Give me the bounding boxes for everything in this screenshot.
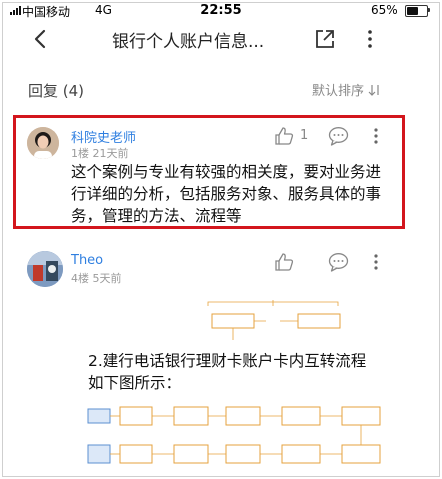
like-count: 1 [300,128,309,143]
flowchart-image[interactable] [84,397,402,479]
more-vertical-icon[interactable] [371,126,381,146]
attachment-caption-line: 2.建行电话银行理财卡账户卡内互转流程 [88,352,367,370]
thumbs-up-icon[interactable] [274,126,294,146]
sort-icon [368,84,379,96]
reply-count: 回复 (4) [28,82,85,100]
sort-label: 默认排序 [312,84,365,99]
nav-bar: 银行个人账户信息... [0,20,442,60]
avatar[interactable] [27,127,59,159]
more-vertical-icon[interactable] [371,252,381,272]
more-vertical-icon[interactable] [362,28,378,50]
thumbs-up-icon[interactable] [274,252,294,272]
comment-body: 这个案例与专业有较强的相关度，要对业务进行详细的分析，包括服务对象、服务具体的事… [71,163,382,225]
attachment-caption: 2.建行电话银行理财卡账户卡内互转流程 如下图所示： [88,350,366,394]
page-title: 银行个人账户信息... [112,32,265,52]
attachment-image[interactable] [188,300,358,342]
share-icon[interactable] [314,28,336,50]
comment-author[interactable]: Theo [71,253,103,268]
battery-tip [428,8,430,12]
attachment-caption-line: 如下图所示： [88,374,182,392]
comment-floor-time: 1楼 21天前 [71,147,129,160]
battery-icon [405,5,428,17]
avatar[interactable] [27,251,63,287]
sort-button[interactable]: 默认排序 [312,80,382,99]
comment-floor-time: 4楼 5天前 [71,272,122,285]
replies-header: 回复 (4) 默认排序 [0,72,442,106]
comment-author[interactable]: 科院史老师 [71,127,136,146]
comment-bubble-icon[interactable] [328,126,349,146]
back-arrow-icon[interactable] [28,26,54,52]
status-bar: 中国移动 4G 22:55 65% [0,0,442,20]
phone-screen: 中国移动 4G 22:55 65% 银行个人账户信息... 回复 (4) 默认排… [0,0,442,479]
battery-percent: 65% [371,3,398,17]
comment-bubble-icon[interactable] [328,252,349,272]
